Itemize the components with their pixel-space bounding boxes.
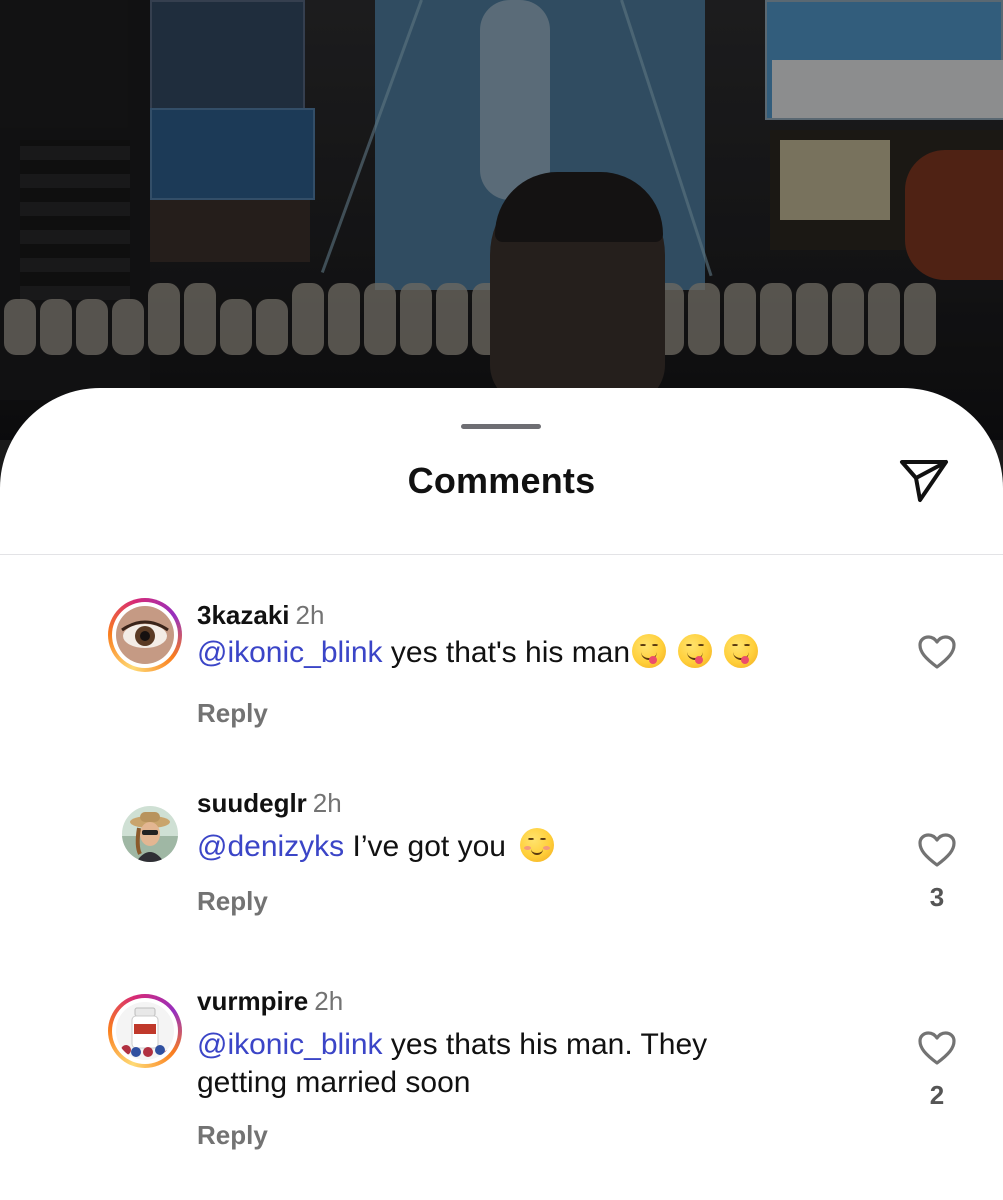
avatar-story-ring[interactable] (108, 994, 182, 1068)
relieved-face-emoji (520, 828, 555, 862)
share-button[interactable] (896, 454, 952, 506)
paper-plane-icon (900, 460, 948, 502)
comment-body: yes that's his man (382, 636, 631, 669)
comment-meta: 3kazaki 2h (197, 600, 324, 631)
comment-meta: vurmpire 2h (197, 986, 343, 1017)
heart-icon (918, 1031, 956, 1065)
comment-time: 2h (314, 986, 344, 1016)
avatar[interactable] (122, 806, 178, 862)
yum-face-emoji (678, 634, 713, 668)
comment-text: @ikonic_blink yes that's his man (197, 634, 837, 672)
header-divider (0, 554, 1003, 555)
avatar-story-ring[interactable] (108, 598, 182, 672)
like-button[interactable] (914, 1026, 960, 1070)
comment-time: 2h (295, 600, 325, 630)
like-button[interactable] (914, 828, 960, 872)
comment-mention[interactable]: @ikonic_blink (197, 636, 383, 669)
comment-username[interactable]: suudeglr (197, 788, 307, 818)
photo-dim-overlay (0, 0, 1003, 440)
comment-body: I’ve got you (344, 830, 515, 863)
like-button[interactable] (914, 630, 960, 674)
sheet-grabber-handle[interactable] (461, 424, 541, 429)
comment-time: 2h (312, 788, 342, 818)
heart-icon (918, 635, 956, 669)
comment-meta: suudeglr 2h (197, 788, 342, 819)
yum-face-emoji (632, 634, 667, 668)
sheet-title: Comments (407, 460, 596, 501)
like-count: 2 (929, 1080, 945, 1110)
like-count: 3 (929, 882, 945, 912)
comment-text: @ikonic_blink yes thats his man. They ge… (197, 1026, 797, 1102)
comment-mention[interactable]: @ikonic_blink (197, 1028, 383, 1061)
reply-button[interactable]: Reply (197, 698, 268, 729)
yum-face-emoji (724, 634, 759, 668)
comments-sheet: Comments 3kazaki 2h @ikonic_blink yes th… (0, 388, 1003, 1200)
comment-username[interactable]: 3kazaki (197, 600, 290, 630)
reply-button[interactable]: Reply (197, 1120, 268, 1151)
reply-button[interactable]: Reply (197, 886, 268, 917)
heart-icon (918, 833, 956, 867)
background-photo (0, 0, 1003, 440)
avatar (116, 1002, 174, 1060)
comment-username[interactable]: vurmpire (197, 986, 308, 1016)
comment-mention[interactable]: @denizyks (197, 830, 344, 863)
avatar (116, 606, 174, 664)
comment-text: @denizyks I’ve got you (197, 828, 837, 866)
